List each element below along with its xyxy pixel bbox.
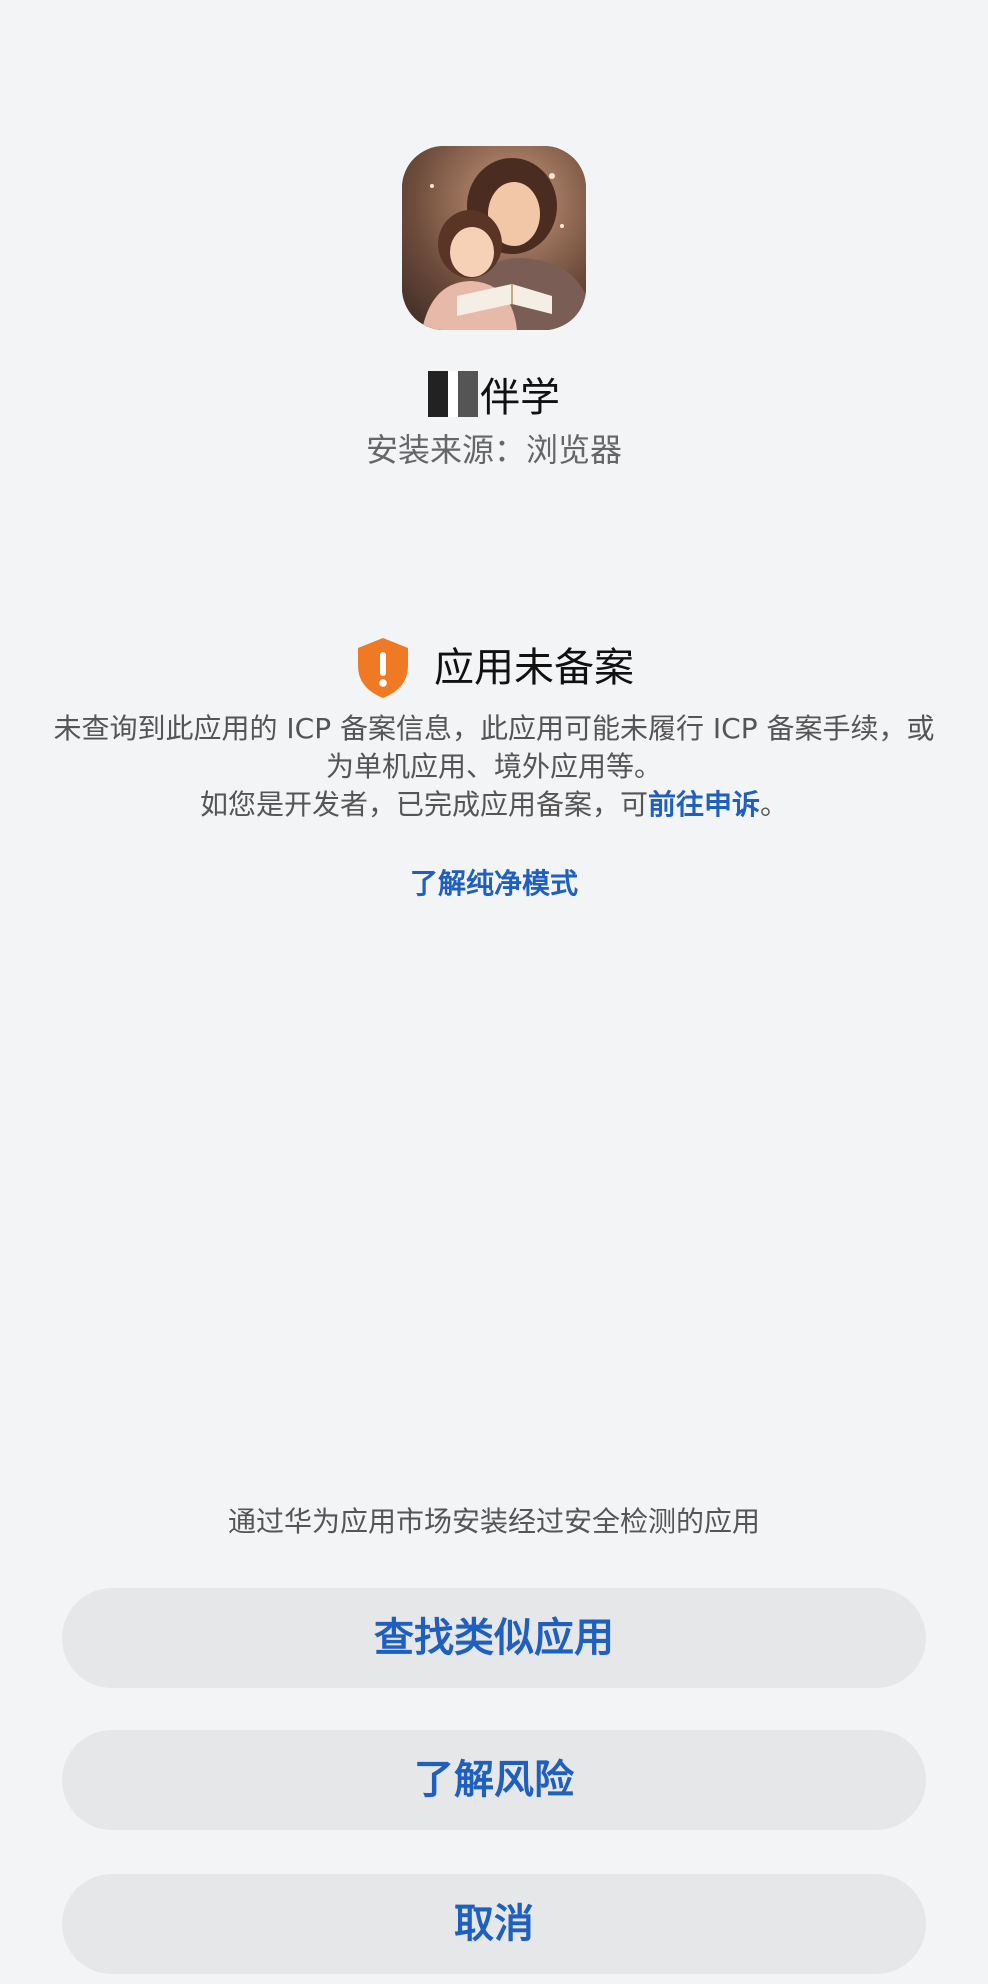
learn-risk-button[interactable]: 了解风险 <box>62 1730 926 1830</box>
learn-pure-mode-link[interactable]: 了解纯净模式 <box>0 862 988 906</box>
app-name: 伴学 <box>0 368 988 428</box>
safety-hint: 通过华为应用市场安装经过安全检测的应用 <box>227 1505 760 1538</box>
app-icon <box>402 146 586 330</box>
appeal-link[interactable]: 前往申诉 <box>648 788 760 821</box>
app-icon-illustration <box>402 146 586 330</box>
warning-title: 应用未备案 <box>434 645 634 691</box>
install-source-label: 安装来源：浏览器 <box>365 431 622 469</box>
warning-description-line2: 如您是开发者，已完成应用备案，可前往申诉。 <box>48 786 940 824</box>
redacted-text-block <box>428 371 478 417</box>
warning-description: 未查询到此应用的 ICP 备案信息，此应用可能未履行 ICP 备案手续，或为单机… <box>48 710 940 824</box>
warning-description-line1: 未查询到此应用的 ICP 备案信息，此应用可能未履行 ICP 备案手续，或为单机… <box>53 712 935 783</box>
appeal-prefix: 如您是开发者，已完成应用备案，可 <box>199 788 648 821</box>
app-name-visible-text: 伴学 <box>480 375 560 421</box>
cancel-button[interactable]: 取消 <box>62 1874 926 1974</box>
warning-header: 应用未备案 <box>0 636 988 700</box>
shield-exclamation-icon <box>358 638 408 698</box>
find-similar-apps-button[interactable]: 查找类似应用 <box>62 1588 926 1688</box>
appeal-suffix: 。 <box>760 788 789 821</box>
